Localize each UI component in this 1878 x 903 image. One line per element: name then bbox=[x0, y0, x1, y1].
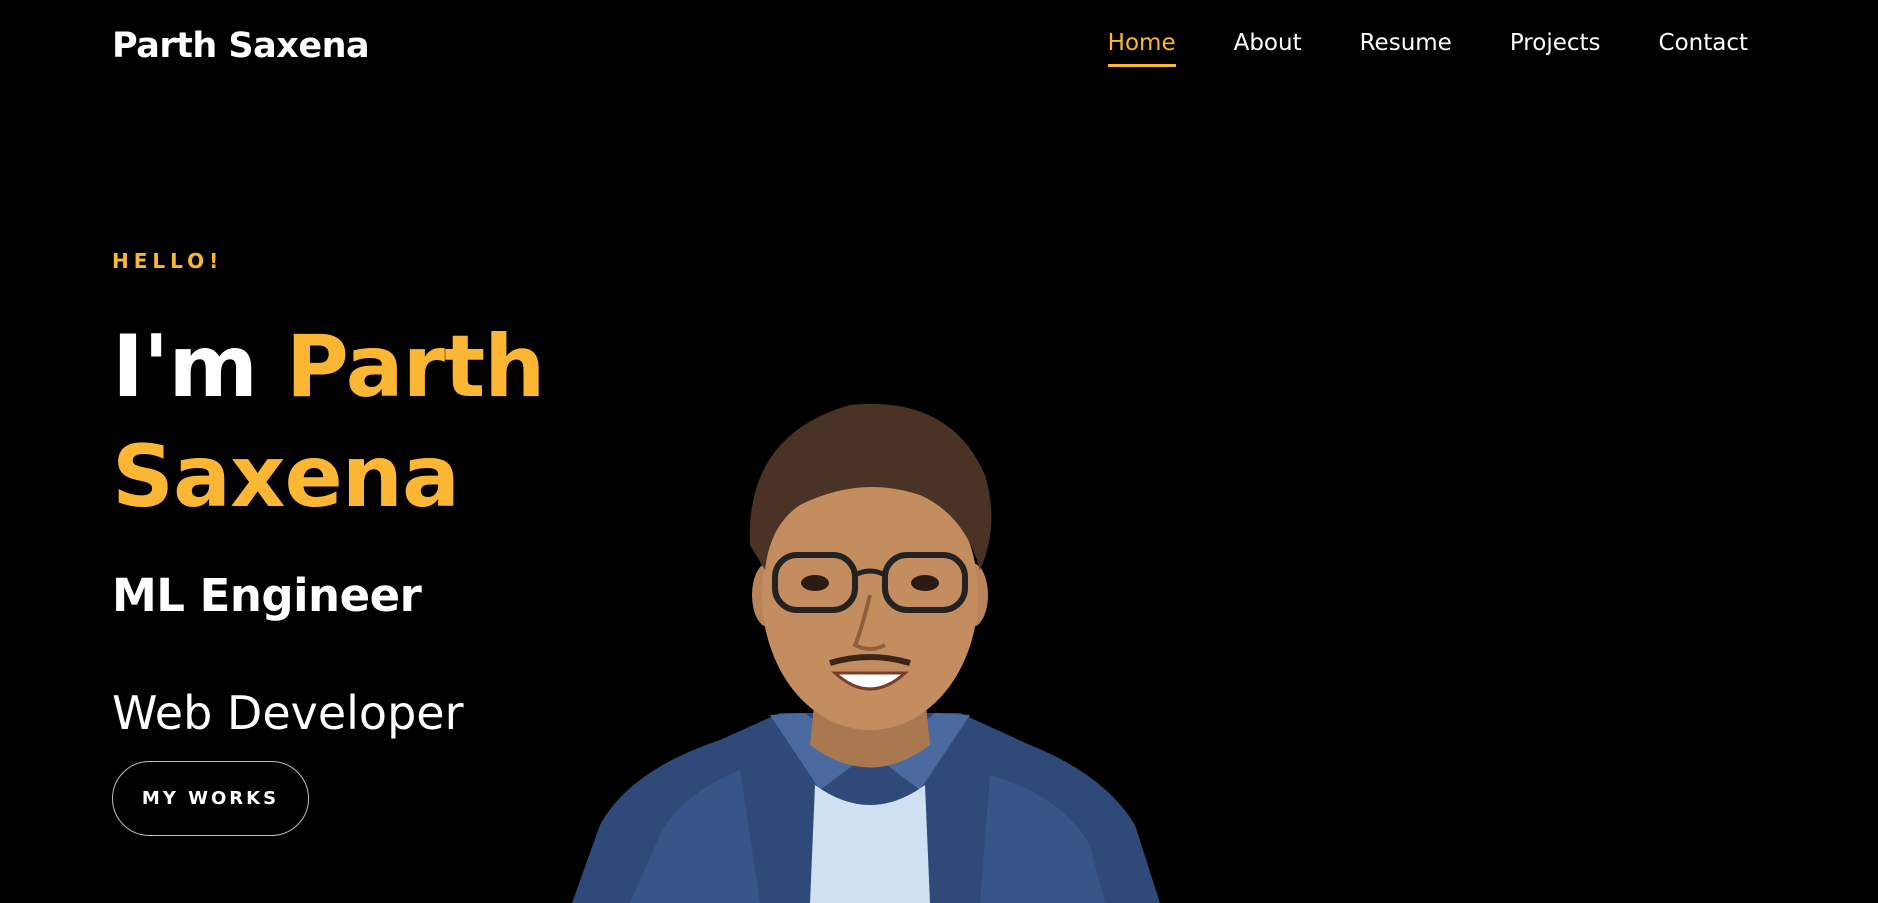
nav-item-contact[interactable]: Contact bbox=[1659, 30, 1748, 67]
hero-title-name-last: Saxena bbox=[112, 427, 460, 527]
main-nav: Home About Resume Projects Contact bbox=[1050, 30, 1748, 67]
site-logo[interactable]: Parth Saxena bbox=[112, 26, 370, 66]
role-primary: ML Engineer bbox=[112, 569, 422, 622]
hero-title: I'm Parth Saxena bbox=[112, 312, 546, 532]
role-secondary: Web Developer bbox=[112, 686, 464, 740]
hero-title-prefix: I'm bbox=[112, 317, 258, 417]
hero-greeting: HELLO! bbox=[112, 249, 224, 273]
profile-photo bbox=[572, 403, 1160, 903]
nav-item-about[interactable]: About bbox=[1234, 30, 1302, 67]
my-works-button[interactable]: MY WORKS bbox=[112, 761, 309, 836]
nav-item-projects[interactable]: Projects bbox=[1510, 30, 1601, 67]
nav-item-resume[interactable]: Resume bbox=[1360, 30, 1452, 67]
hero-title-name-first: Parth bbox=[285, 317, 546, 417]
page: Parth Saxena Home About Resume Projects … bbox=[0, 0, 1878, 903]
nav-item-home[interactable]: Home bbox=[1107, 30, 1176, 67]
